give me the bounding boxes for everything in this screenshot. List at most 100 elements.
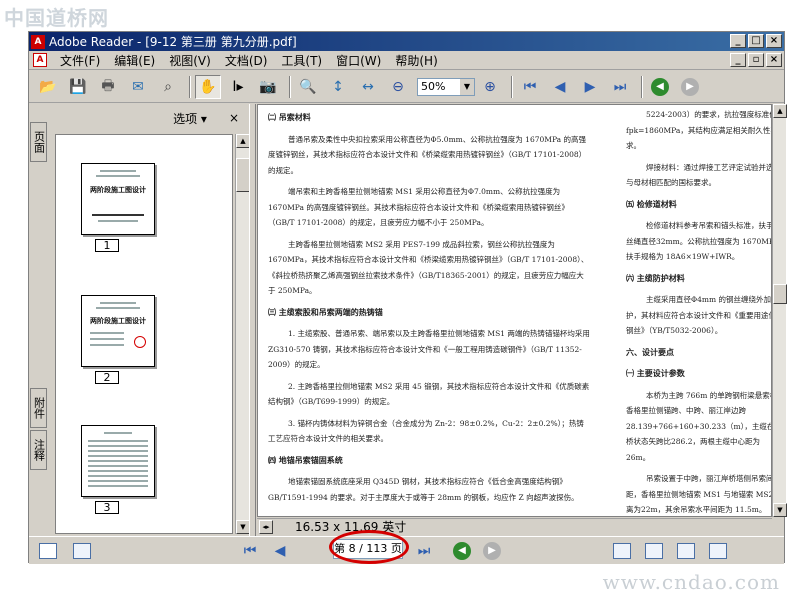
zoom-out-icon[interactable]: ⊖ xyxy=(385,75,411,99)
page-number-label: 3 xyxy=(95,501,119,514)
page-thumbnail-3[interactable] xyxy=(81,425,155,497)
first-page-icon[interactable]: ⏮ xyxy=(237,539,263,563)
section-heading: ㈠ 主要设计参数 xyxy=(626,369,685,378)
page-number-label: 2 xyxy=(95,371,119,384)
section-heading: 六、设计要点 xyxy=(626,347,674,357)
scroll-thumb[interactable] xyxy=(236,158,250,192)
watermark-top: 中国道桥网 xyxy=(4,6,109,30)
select-text-icon[interactable]: I▸ xyxy=(225,75,251,99)
zoom-increase-icon[interactable]: ⊕ xyxy=(477,75,503,99)
forward-icon[interactable]: ▶ xyxy=(677,75,703,99)
document-info-icon[interactable] xyxy=(73,542,91,559)
doc-minimize-button[interactable]: _ xyxy=(730,53,746,67)
paragraph: 检修道材料参考吊索和锚头标准，扶手钢丝绳直径32mm。公称抗拉强度为 1670M… xyxy=(626,221,772,261)
last-page-icon[interactable]: ⏭ xyxy=(411,539,437,563)
toolbar: 📂 💾 🖶 ✉ ⌕ ✋ I▸ 📷 🔍 ↕ ↔ ⊖ 50% ▼ ⊕ ⏮ ◀ ▶ ⏭ … xyxy=(29,71,784,103)
back-icon[interactable]: ◀ xyxy=(647,75,673,99)
toolbar-separator xyxy=(289,75,291,98)
forward-icon[interactable]: ▶ xyxy=(479,539,505,563)
doc-close-button[interactable]: × xyxy=(766,53,782,67)
last-page-icon[interactable]: ⏭ xyxy=(607,75,633,99)
thumbnail-panel: 选项 ▾ × 两阶段施工图设计 1 两阶段施工图设计 2 3 ▲ ▼ xyxy=(49,104,250,536)
first-page-icon[interactable]: ⏮ xyxy=(517,75,543,99)
close-button[interactable]: × xyxy=(766,34,782,48)
zoom-select[interactable]: 50% ▼ xyxy=(417,77,475,96)
single-page-view-icon[interactable] xyxy=(613,542,631,559)
hand-tool-icon[interactable]: ✋ xyxy=(195,74,221,99)
zoom-value: 50% xyxy=(421,79,446,93)
tab-attachments[interactable]: 附件 xyxy=(30,388,47,428)
paragraph: 主缆采用直径Φ4mm 的钢丝缠绕外加防护，其材料应符合本设计文件和《重要用途低碳… xyxy=(626,295,772,335)
tab-comments[interactable]: 注释 xyxy=(30,430,47,470)
paragraph: 端吊索和主跨香格里拉侧地锚索 MS1 采用公称直径为Φ7.0mm、公称抗拉强度为… xyxy=(268,187,569,227)
paragraph: 5224-2003）的要求，抗拉强度标准值 fpk=1860MPa，其结构应满足… xyxy=(626,110,772,150)
prev-page-icon[interactable]: ◀ xyxy=(547,75,573,99)
document-view[interactable]: ㈡ 吊索材料 普通吊索及柔性中央扣拉索采用公称直径为Φ5.0mm、公称抗拉强度为 … xyxy=(257,104,772,517)
menu-help[interactable]: 帮助(H) xyxy=(388,52,444,69)
text-column-right: 5224-2003）的要求，抗拉强度标准值 fpk=1860MPa，其结构应满足… xyxy=(626,107,772,516)
tab-pages[interactable]: 页面 xyxy=(30,122,47,162)
close-panel-icon[interactable]: × xyxy=(229,111,239,125)
menu-bar: A 文件(F) 编辑(E) 视图(V) 文档(D) 工具(T) 窗口(W) 帮助… xyxy=(29,51,784,70)
page-thumbnail-2[interactable]: 两阶段施工图设计 xyxy=(81,295,155,367)
toolbar-separator xyxy=(189,75,191,98)
facing-view-icon[interactable] xyxy=(677,542,695,559)
menu-tools[interactable]: 工具(T) xyxy=(274,52,329,69)
snapshot-icon[interactable]: 📷 xyxy=(255,75,281,99)
paragraph: 焊接材料：通过焊接工艺评定试验并选用与母材相匹配的国标要求。 xyxy=(626,162,772,188)
scroll-up-icon[interactable]: ▲ xyxy=(236,134,250,148)
document-scrollbar[interactable]: ▲ ▼ xyxy=(772,104,787,517)
menu-document[interactable]: 文档(D) xyxy=(218,52,275,69)
menu-window[interactable]: 窗口(W) xyxy=(329,52,388,69)
menu-edit[interactable]: 编辑(E) xyxy=(107,52,162,69)
save-icon[interactable]: 💾 xyxy=(65,75,91,99)
scroll-down-icon[interactable]: ▼ xyxy=(236,520,250,534)
paragraph: 主跨香格里拉侧地锚索 MS2 采用 PES7-199 成品斜拉索，钢丝公称抗拉强… xyxy=(268,239,589,296)
continuous-facing-view-icon[interactable] xyxy=(709,542,727,559)
window-title: Adobe Reader - [9-12 第三册 第九分册.pdf] xyxy=(49,35,297,49)
doc-restore-button[interactable]: ▫ xyxy=(748,53,764,67)
continuous-view-icon[interactable] xyxy=(645,542,663,559)
highlight-oval xyxy=(329,530,409,564)
paragraph: 普通吊索及柔性中央扣拉索采用公称直径为Φ5.0mm、公称抗拉强度为 1670MP… xyxy=(268,134,587,175)
thumbnail-title: 两阶段施工图设计 xyxy=(90,317,146,325)
next-page-icon[interactable]: ▶ xyxy=(577,75,603,99)
toolbar-separator xyxy=(641,75,643,98)
single-page-icon[interactable] xyxy=(39,542,57,559)
scroll-up-icon[interactable]: ▲ xyxy=(773,104,787,118)
chevron-down-icon[interactable]: ▼ xyxy=(460,78,474,95)
text-column-left: ㈡ 吊索材料 普通吊索及柔性中央扣拉索采用公称直径为Φ5.0mm、公称抗拉强度为 … xyxy=(268,107,590,511)
open-icon[interactable]: 📂 xyxy=(35,75,61,99)
page-thumbnail-1[interactable]: 两阶段施工图设计 xyxy=(81,163,155,235)
watermark-bottom: www.cndao.com xyxy=(602,570,780,594)
toolbar-separator xyxy=(511,75,513,98)
section-heading: ㈣ 地锚吊索锚固系统 xyxy=(268,455,343,465)
scroll-thumb[interactable] xyxy=(773,284,787,304)
reader-window: A Adobe Reader - [9-12 第三册 第九分册.pdf] _ □… xyxy=(28,31,787,564)
thumbnail-title: 两阶段施工图设计 xyxy=(90,186,146,194)
fit-page-icon[interactable]: ↕ xyxy=(325,75,351,99)
print-icon[interactable]: 🖶 xyxy=(95,75,121,99)
horizontal-scrollbar[interactable]: ◂▸ 16.53 x 11.69 英寸 xyxy=(257,518,772,534)
panel-splitter[interactable] xyxy=(249,104,256,536)
menu-view[interactable]: 视图(V) xyxy=(162,52,218,69)
search-icon[interactable]: ⌕ xyxy=(155,75,181,99)
paragraph: 本桥为主跨 766m 的单跨钢桁梁悬索桥，香格里拉侧锚跨、中跨、丽江岸边跨28.… xyxy=(626,390,772,462)
expand-icon[interactable]: ◂▸ xyxy=(259,519,273,534)
email-icon[interactable]: ✉ xyxy=(125,75,151,99)
scroll-down-icon[interactable]: ▼ xyxy=(773,503,787,517)
fit-width-icon[interactable]: ↔ xyxy=(355,75,381,99)
thumbnail-scrollbar[interactable]: ▲ ▼ xyxy=(235,134,250,534)
document-icon[interactable]: A xyxy=(33,53,47,67)
minimize-button[interactable]: _ xyxy=(730,34,746,48)
options-menu[interactable]: 选项 ▾ xyxy=(173,110,207,127)
prev-page-icon[interactable]: ◀ xyxy=(267,539,293,563)
maximize-button[interactable]: □ xyxy=(748,34,764,48)
navigation-tabs: 页面 附件 注释 xyxy=(29,104,49,536)
zoom-in-tool-icon[interactable]: 🔍 xyxy=(295,75,321,99)
page-number-label: 1 xyxy=(95,239,119,252)
title-bar[interactable]: A Adobe Reader - [9-12 第三册 第九分册.pdf] _ □… xyxy=(29,32,784,51)
paragraph: 地锚索锚固系统底座采用 Q345D 钢材，其技术指标应符合《低合金高强度结构钢》… xyxy=(268,477,579,502)
back-icon[interactable]: ◀ xyxy=(449,539,475,563)
menu-file[interactable]: 文件(F) xyxy=(53,52,107,69)
